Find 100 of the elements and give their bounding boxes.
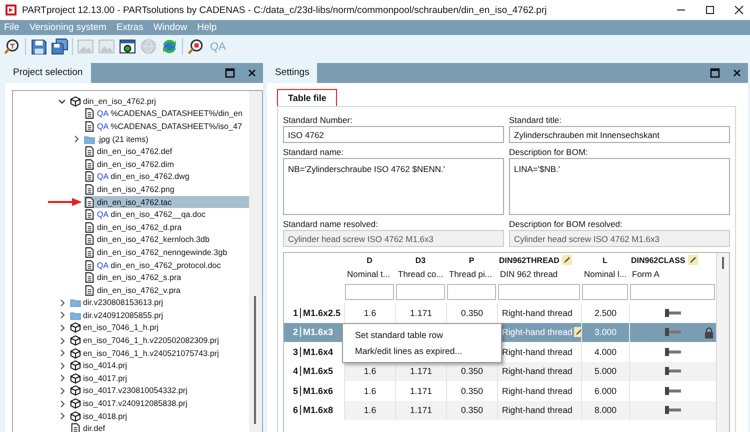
screw-icon bbox=[664, 308, 682, 318]
tree-item[interactable]: din_en_iso_4762.png bbox=[84, 183, 249, 196]
pencil-icon[interactable] bbox=[688, 255, 698, 265]
tree-item[interactable]: en_iso_7046_1_h.prj bbox=[70, 322, 249, 334]
table-cell: 1.171 bbox=[395, 400, 446, 420]
tree-item[interactable]: din_en_iso_4762_kernloch.3db bbox=[84, 234, 249, 246]
tree-item[interactable]: QA din_en_iso_4762__qa.doc bbox=[84, 208, 249, 221]
filter-field[interactable] bbox=[396, 284, 445, 300]
screw-icon bbox=[664, 366, 682, 376]
tree-item[interactable]: iso_4018.prj bbox=[70, 410, 249, 422]
document-icon bbox=[84, 196, 95, 208]
screw-icon bbox=[664, 386, 682, 396]
panel-tab[interactable]: Project selection bbox=[5, 63, 91, 83]
text-area[interactable]: LINA='$NB.' bbox=[509, 158, 730, 215]
table-cell: 0.350 bbox=[446, 362, 497, 381]
table-cell: 0.350 bbox=[446, 400, 497, 420]
document-icon bbox=[84, 260, 95, 271]
filter-field[interactable] bbox=[630, 284, 715, 300]
tree-item[interactable]: .jpg (21 items) bbox=[84, 132, 249, 146]
field-label: Standard name resolved: bbox=[283, 218, 379, 230]
cube-icon bbox=[70, 385, 81, 396]
window-icon[interactable] bbox=[119, 38, 136, 55]
column-header[interactable]: DIN962CLASS bbox=[631, 256, 686, 264]
input-field[interactable]: Zylinderschrauben mit Innensechskant bbox=[509, 126, 730, 143]
cube-icon bbox=[70, 398, 81, 410]
column-header[interactable]: DIN962THREAD bbox=[499, 256, 560, 264]
filter-field[interactable] bbox=[345, 284, 394, 300]
document-icon bbox=[84, 272, 95, 284]
field-label: Description for BOM: bbox=[509, 146, 589, 158]
column-header[interactable]: P bbox=[468, 256, 474, 264]
document-icon bbox=[84, 120, 95, 132]
search-icon[interactable] bbox=[4, 38, 21, 55]
input-field[interactable]: ISO 4762 bbox=[283, 126, 504, 143]
qa-label: QA bbox=[97, 260, 109, 270]
tree-item[interactable]: QA %CADENAS_DATASHEET%/iso_47 bbox=[84, 120, 249, 133]
panel-tab[interactable]: Settings bbox=[267, 63, 318, 83]
document-icon bbox=[84, 209, 95, 220]
cube-icon bbox=[70, 335, 81, 346]
qa-label: QA bbox=[97, 172, 109, 182]
tree-item[interactable]: en_iso_7046_1_h.v240521075743.prj bbox=[70, 346, 249, 360]
document-icon bbox=[84, 158, 95, 170]
column-description: Thread co... bbox=[397, 268, 444, 281]
column-description: Nominal t... bbox=[346, 268, 391, 281]
cube-icon bbox=[70, 348, 81, 359]
pencil-icon[interactable] bbox=[562, 255, 572, 265]
maximize-icon[interactable] bbox=[225, 68, 235, 78]
scrollbar[interactable] bbox=[716, 253, 729, 432]
tree-item[interactable]: dir.v230808153613.prj bbox=[70, 296, 249, 310]
qa-label: QA bbox=[97, 210, 109, 220]
sync-icon[interactable] bbox=[161, 38, 178, 55]
filter-field[interactable] bbox=[498, 284, 580, 300]
tree-item[interactable]: din_en_iso_4762.def bbox=[84, 145, 249, 158]
tree-item[interactable]: iso_4017.v240912085838.prj bbox=[70, 397, 249, 410]
tree-item[interactable]: QA din_en_iso_4762_protocol.doc bbox=[84, 258, 249, 272]
document-icon bbox=[84, 184, 95, 195]
tree-item[interactable]: en_iso_7046_1_h.v220502082309.prj bbox=[70, 334, 249, 347]
search-icon[interactable] bbox=[187, 38, 204, 55]
save-icon[interactable] bbox=[30, 38, 47, 55]
tree-item[interactable]: iso_4017.prj bbox=[70, 372, 249, 385]
cube-icon bbox=[70, 322, 81, 334]
close-icon[interactable] bbox=[247, 68, 257, 78]
filter-field[interactable] bbox=[447, 284, 496, 300]
folder-icon bbox=[70, 297, 81, 308]
tab[interactable]: Table file bbox=[277, 89, 338, 106]
column-description: Thread pi... bbox=[448, 268, 493, 281]
tree-item[interactable]: dir.def bbox=[70, 422, 249, 432]
column-header[interactable]: D3 bbox=[415, 256, 426, 264]
tree-item[interactable]: din_en_iso_4762_v.pra bbox=[84, 284, 249, 296]
column-header[interactable]: D bbox=[366, 256, 372, 264]
document-icon bbox=[84, 146, 95, 158]
tree-item[interactable]: din_en_iso_4762.dim bbox=[84, 158, 249, 171]
save-all-icon[interactable] bbox=[51, 38, 68, 55]
tree-item[interactable]: dir.v240912085855.prj bbox=[70, 309, 249, 322]
tree-item[interactable]: din_en_iso_4762_nenngewinde.3gb bbox=[84, 246, 249, 259]
tree-item[interactable]: din_en_iso_4762_d.pra bbox=[84, 220, 249, 234]
filter-field[interactable] bbox=[582, 284, 628, 300]
cube-icon bbox=[70, 360, 81, 372]
text-area[interactable]: NB='Zylinderschraube ISO 4762 $NENN.' bbox=[283, 158, 504, 215]
scrollbar[interactable] bbox=[249, 91, 262, 432]
tree-item[interactable]: din_en_iso_4762_s.pra bbox=[84, 271, 249, 284]
maximize-icon[interactable] bbox=[710, 68, 720, 78]
tree-item[interactable]: iso_4017.v230810054332.prj bbox=[70, 384, 249, 398]
field-label: Description for BOM resolved: bbox=[509, 218, 624, 230]
app-icon bbox=[5, 4, 17, 16]
close-icon[interactable] bbox=[732, 68, 742, 78]
table-cell: Right-hand thread bbox=[497, 400, 581, 420]
qa-label: QA bbox=[97, 122, 109, 131]
tree-item[interactable]: iso_4014.prj bbox=[70, 359, 249, 372]
document-icon bbox=[84, 234, 95, 246]
table-cell: 1.6 bbox=[344, 400, 395, 420]
window-title: PARTproject 12.13.00 - PARTsolutions by CADENAS - C:/data_c/23d-libs/norm/commonpool/schrauben/din_en_iso_4762.prj bbox=[22, 4, 548, 16]
column-description: Nominal l... bbox=[583, 268, 628, 281]
column-description: DIN 962 thread bbox=[499, 268, 559, 281]
field-label: Standard title: bbox=[509, 114, 562, 126]
tree-item[interactable]: QA din_en_iso_4762.dwg bbox=[84, 170, 249, 184]
tree-item[interactable]: din_en_iso_4762.prj bbox=[70, 95, 249, 108]
column-header[interactable]: L bbox=[602, 256, 608, 264]
tree-item[interactable]: QA %CADENAS_DATASHEET%/din_en bbox=[84, 108, 249, 120]
table-cell: 1.6 bbox=[344, 362, 395, 381]
screw-icon bbox=[664, 405, 682, 416]
